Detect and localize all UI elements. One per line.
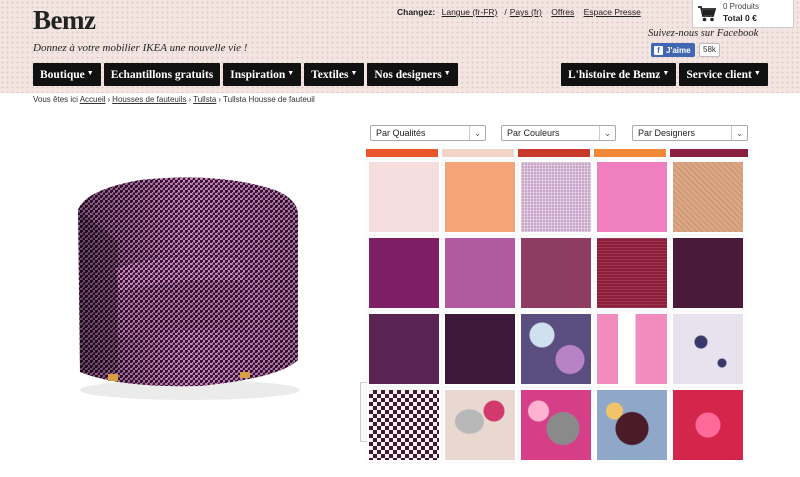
caret-down-icon: ▼ [287,68,295,77]
site-header: Bemz Donnez à votre mobilier IKEA une no… [0,0,800,93]
facebook-like-label: J'aime [666,45,691,55]
chevron-down-icon: ⌄ [469,126,485,140]
swatch-row-peek [366,149,748,157]
nav-boutique[interactable]: Boutique ▼ [33,63,101,86]
fabric-swatch-raspberry-tweed[interactable] [597,238,667,308]
facebook-like-count: 58k [699,43,720,57]
shopping-cart-icon [698,6,717,22]
cart-total: Total 0 € [723,13,757,23]
facebook-follow-text: Suivez-nous sur Facebook [648,28,759,39]
fabric-swatch-aubergine[interactable] [673,238,743,308]
caret-down-icon: ▼ [443,68,451,77]
fabric-swatch-leaf-print[interactable] [445,390,515,460]
filter-qualites[interactable]: Par Qualités ⌄ [370,125,486,141]
nav-echantillons[interactable]: Echantillons gratuits [103,63,221,86]
fabric-swatch-mauve[interactable] [521,238,591,308]
fabric-swatch-orchid[interactable] [445,238,515,308]
breadcrumb: Vous êtes ici Accueil › Housses de fauteui… [33,95,315,104]
fabric-swatch-deep-plum[interactable] [369,314,439,384]
breadcrumb-current: Tullsta Housse de fauteuil [223,95,315,104]
fabric-swatch-bold-floral-pink[interactable] [521,390,591,460]
fabric-swatch-fuchsia-damask[interactable] [673,390,743,460]
cart-count: 0 Produits [723,2,760,11]
logo[interactable]: Bemz [33,5,96,36]
fabric-swatch-floral-navy[interactable] [521,314,591,384]
caret-down-icon: ▼ [86,68,94,77]
filter-couleurs[interactable]: Par Couleurs ⌄ [501,125,616,141]
main-nav: Boutique ▼ Echantillons gratuits Inspirat… [33,63,458,86]
fabric-swatch-pale-pink-linen[interactable] [369,162,439,232]
chevron-down-icon: ⌄ [599,126,615,140]
fabric-swatch-plum[interactable] [369,238,439,308]
fabric-swatch-toile-floral[interactable] [673,314,743,384]
language-link[interactable]: Langue (fr-FR) [442,7,498,17]
nav-histoire[interactable]: L'histoire de Bemz ▼ [561,63,677,86]
armchair-product-image [78,177,300,400]
breadcrumb-tullsta[interactable]: Tullsta [193,95,216,104]
fabric-swatch-rose-print-blue[interactable] [597,390,667,460]
breadcrumb-accueil[interactable]: Accueil [80,95,106,104]
secondary-nav: L'histoire de Bemz ▼ Service client ▼ [561,63,768,86]
press-link[interactable]: Espace Presse [584,7,641,17]
nav-inspiration[interactable]: Inspiration ▼ [223,63,302,86]
caret-down-icon: ▼ [753,68,761,77]
breadcrumb-housses[interactable]: Housses de fauteuils [112,95,186,104]
fabric-swatch-lilac-weave[interactable] [521,162,591,232]
tagline: Donnez à votre mobilier IKEA une nouvell… [33,42,248,54]
fabric-swatch-salmon-orange[interactable] [445,162,515,232]
facebook-like-button[interactable]: f J'aime [651,43,695,57]
fabric-swatch-dark-aubergine[interactable] [445,314,515,384]
chevron-down-icon: ⌄ [731,126,747,140]
caret-down-icon: ▼ [662,68,670,77]
fabric-swatch-tan-tweed[interactable] [673,162,743,232]
fabric-swatch-grid [366,149,748,477]
changez-label: Changez: [397,7,436,17]
country-link[interactable]: Pays (fr) [510,7,542,17]
filter-designers[interactable]: Par Designers ⌄ [632,125,748,141]
facebook-icon: f [654,45,663,55]
locale-bar: Changez: Langue (fr-FR) / Pays (fr) Offres… [397,7,641,17]
fabric-swatch-bright-pink[interactable] [597,162,667,232]
nav-service-client[interactable]: Service client ▼ [679,63,768,86]
caret-down-icon: ▼ [350,68,358,77]
nav-designers[interactable]: Nos designers ▼ [367,63,458,86]
fabric-swatch-pink-stripe[interactable] [597,314,667,384]
mini-cart[interactable]: 0 Produits Total 0 € [692,0,794,28]
fabric-swatch-houndstooth[interactable] [369,390,439,460]
nav-textiles[interactable]: Textiles ▼ [304,63,365,86]
offers-link[interactable]: Offres [551,7,574,17]
